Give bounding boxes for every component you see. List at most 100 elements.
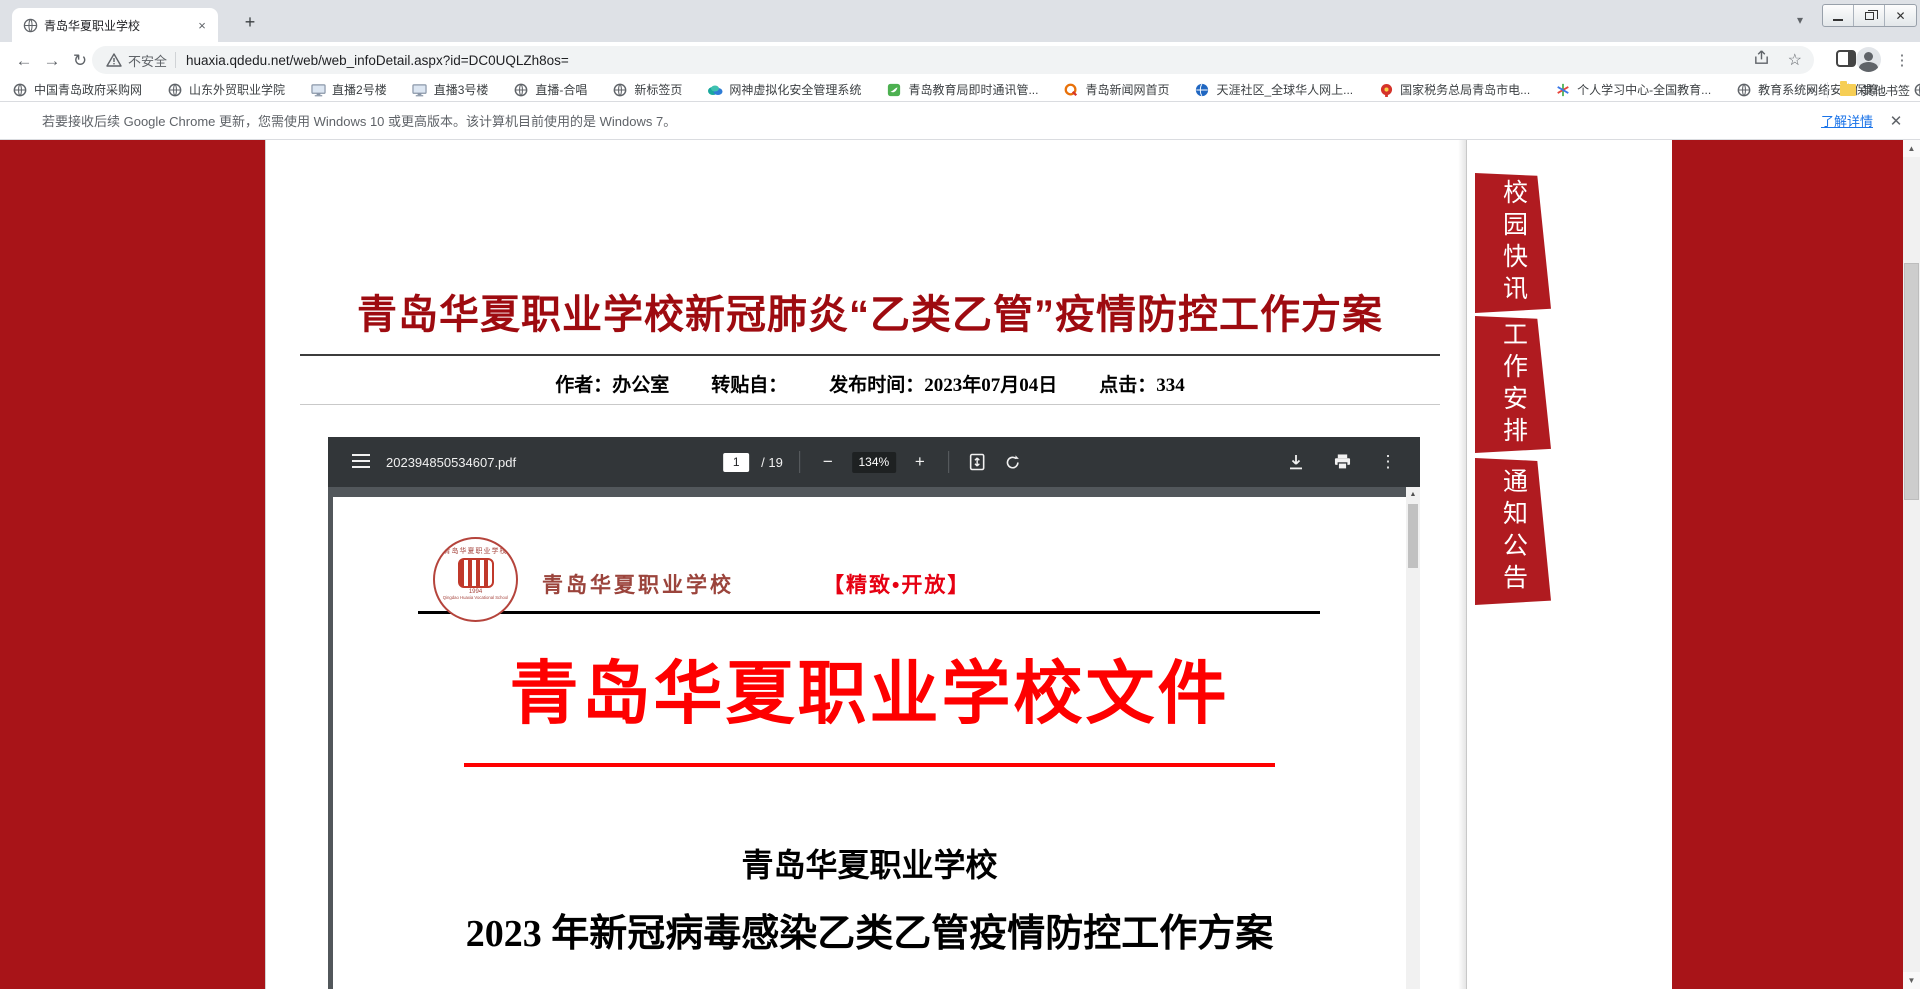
bookmark-star-icon[interactable]: ☆ [1788,50,1802,70]
zoom-out-button[interactable]: − [816,450,840,474]
bookmark-item[interactable]: 中国青岛政府采购网 [12,81,142,98]
window-controls: ✕ [1822,4,1917,27]
pdf-menu-icon[interactable] [352,454,370,456]
pdf-scrollbar-thumb[interactable] [1408,504,1418,568]
browser-tab[interactable]: 青岛华夏职业学校 × [12,8,218,42]
meta-date: 发布时间：2023年07月04日 [829,370,1057,397]
learn-more-link[interactable]: 了解详情 [1821,111,1873,130]
bookmark-item[interactable]: 网神虚拟化安全管理系统 [707,81,861,98]
new-tab-button[interactable]: + [238,10,262,34]
scroll-down-icon[interactable]: ▼ [1903,972,1920,989]
pdf-viewer: 202394850534607.pdf 1 / 19 − 134% + [328,437,1420,989]
bookmarks-overflow-icon[interactable]: » [1807,82,1815,99]
print-icon[interactable] [1330,450,1354,474]
back-button[interactable]: ← [12,49,36,73]
blue-globe-icon [1194,82,1210,98]
scroll-up-icon[interactable]: ▲ [1903,140,1920,157]
bookmark-item[interactable]: 直播2号楼 [310,81,387,98]
page-scrollbar[interactable]: ▲ ▼ [1903,140,1920,989]
pdf-more-options-icon[interactable]: ⋮ [1376,450,1400,474]
globe-icon [167,82,183,98]
share-icon[interactable] [1753,49,1770,71]
logo-emblem [458,558,494,588]
bookmark-label: 直播-合唱 [535,81,587,98]
window-close-button[interactable]: ✕ [1885,5,1916,26]
security-label[interactable]: 不安全 [128,51,167,70]
logo-text-bottom: Qingdao Huaxia Vocational School [441,595,510,600]
color-star-icon [1555,82,1571,98]
bookmark-label: 新标签页 [634,81,682,98]
notification-close-icon[interactable]: ✕ [1886,112,1906,130]
doc-heading-1: 青岛华夏职业学校 [333,840,1406,886]
restore-icon [1865,12,1874,20]
school-logo: 青岛华夏职业学校 1994 Qingdao Huaxia Vocational … [433,537,518,622]
tab-search-chevron-icon[interactable]: ▾ [1788,8,1812,32]
bookmark-item[interactable]: 青岛新闻网首页 [1063,81,1169,98]
browser-toolbar: ← → ↻ 不安全 huaxia.qdedu.net/web/web_infoD… [0,42,1920,78]
cloud-icon [707,82,723,98]
bookmark-label: 国家税务总局青岛市电... [1400,81,1530,98]
window-restore-button[interactable] [1854,5,1885,26]
other-bookmarks-button[interactable]: 其他书签 [1840,82,1910,99]
doc-red-rule [464,763,1275,767]
tab-favicon-globe-icon [22,17,38,33]
toolbar-separator [948,451,949,473]
ribbon-label: 通知公告 [1501,468,1526,596]
folder-icon [1840,84,1856,96]
bookmark-item[interactable]: 青岛教育局即时通讯管... [886,81,1038,98]
download-icon[interactable] [1284,450,1308,474]
bookmark-item[interactable]: 网站首页 - 青岛市教育... [1913,81,1920,98]
bookmark-label: 网神虚拟化安全管理系统 [729,81,861,98]
globe-icon [513,82,529,98]
minimize-icon [1833,19,1843,21]
page-content: 青岛华夏职业学校新冠肺炎“乙类乙管”疫情防控工作方案 作者：办公室 转贴自： 发… [0,140,1920,989]
rotate-icon[interactable] [1001,450,1025,474]
panel-shadow [1458,140,1466,989]
fit-page-icon[interactable] [965,450,989,474]
profile-avatar[interactable] [1856,47,1881,72]
logo-year: 1994 [435,589,516,595]
bookmark-item[interactable]: 天涯社区_全球华人网上... [1194,81,1353,98]
monitor-icon [310,82,326,98]
tab-close-icon[interactable]: × [194,17,210,33]
address-bar[interactable]: 不安全 huaxia.qdedu.net/web/web_infoDetail.… [92,46,1814,74]
bookmark-label: 个人学习中心-全国教育... [1577,81,1711,98]
browser-menu-icon[interactable]: ⋮ [1893,49,1911,71]
ribbon-label: 工作安排 [1501,321,1526,449]
forward-button[interactable]: → [40,49,64,73]
bookmark-label: 青岛教育局即时通讯管... [908,81,1038,98]
meta-clicks: 点击：334 [1099,370,1185,397]
bookmark-item[interactable]: 个人学习中心-全国教育... [1555,81,1711,98]
globe-icon [612,82,628,98]
url-text[interactable]: huaxia.qdedu.net/web/web_infoDetail.aspx… [186,53,1753,68]
notification-message: 若要接收后续 Google Chrome 更新，您需使用 Windows 10 … [42,111,676,130]
security-warning-icon[interactable] [106,53,122,67]
bookmark-label: 直播2号楼 [332,81,387,98]
red-emblem-icon [1378,82,1394,98]
bookmark-item[interactable]: 国家税务总局青岛市电... [1378,81,1530,98]
bookmark-item[interactable]: 直播3号楼 [412,81,489,98]
article-title: 青岛华夏职业学校新冠肺炎“乙类乙管”疫情防控工作方案 [300,282,1440,340]
pdf-page-input[interactable]: 1 [723,453,749,472]
bookmark-item[interactable]: 山东外贸职业学院 [167,81,285,98]
bookmarks-separator [1827,82,1828,98]
pdf-scrollbar[interactable]: ▲ [1406,487,1420,989]
zoom-in-button[interactable]: + [908,450,932,474]
bookmark-label: 山东外贸职业学院 [189,81,285,98]
side-panel-icon[interactable] [1836,50,1856,67]
reload-button[interactable]: ↻ [68,49,92,73]
pdf-zoom-level[interactable]: 134% [852,452,896,473]
bookmark-label: 青岛新闻网首页 [1085,81,1169,98]
scrollbar-thumb[interactable] [1904,263,1919,500]
pdf-page-total: / 19 [761,455,783,470]
meta-author: 作者：办公室 [555,370,669,397]
monitor-icon [412,82,428,98]
logo-text-top: 青岛华夏职业学校 [435,546,516,556]
globe-icon [1736,82,1752,98]
panel-divider [1466,140,1467,989]
article-meta: 作者：办公室 转贴自： 发布时间：2023年07月04日 点击：334 [300,370,1440,397]
bookmark-item[interactable]: 直播-合唱 [513,81,587,98]
window-minimize-button[interactable] [1823,5,1854,26]
bookmark-item[interactable]: 新标签页 [612,81,682,98]
pdf-scroll-up-icon[interactable]: ▲ [1406,487,1420,501]
